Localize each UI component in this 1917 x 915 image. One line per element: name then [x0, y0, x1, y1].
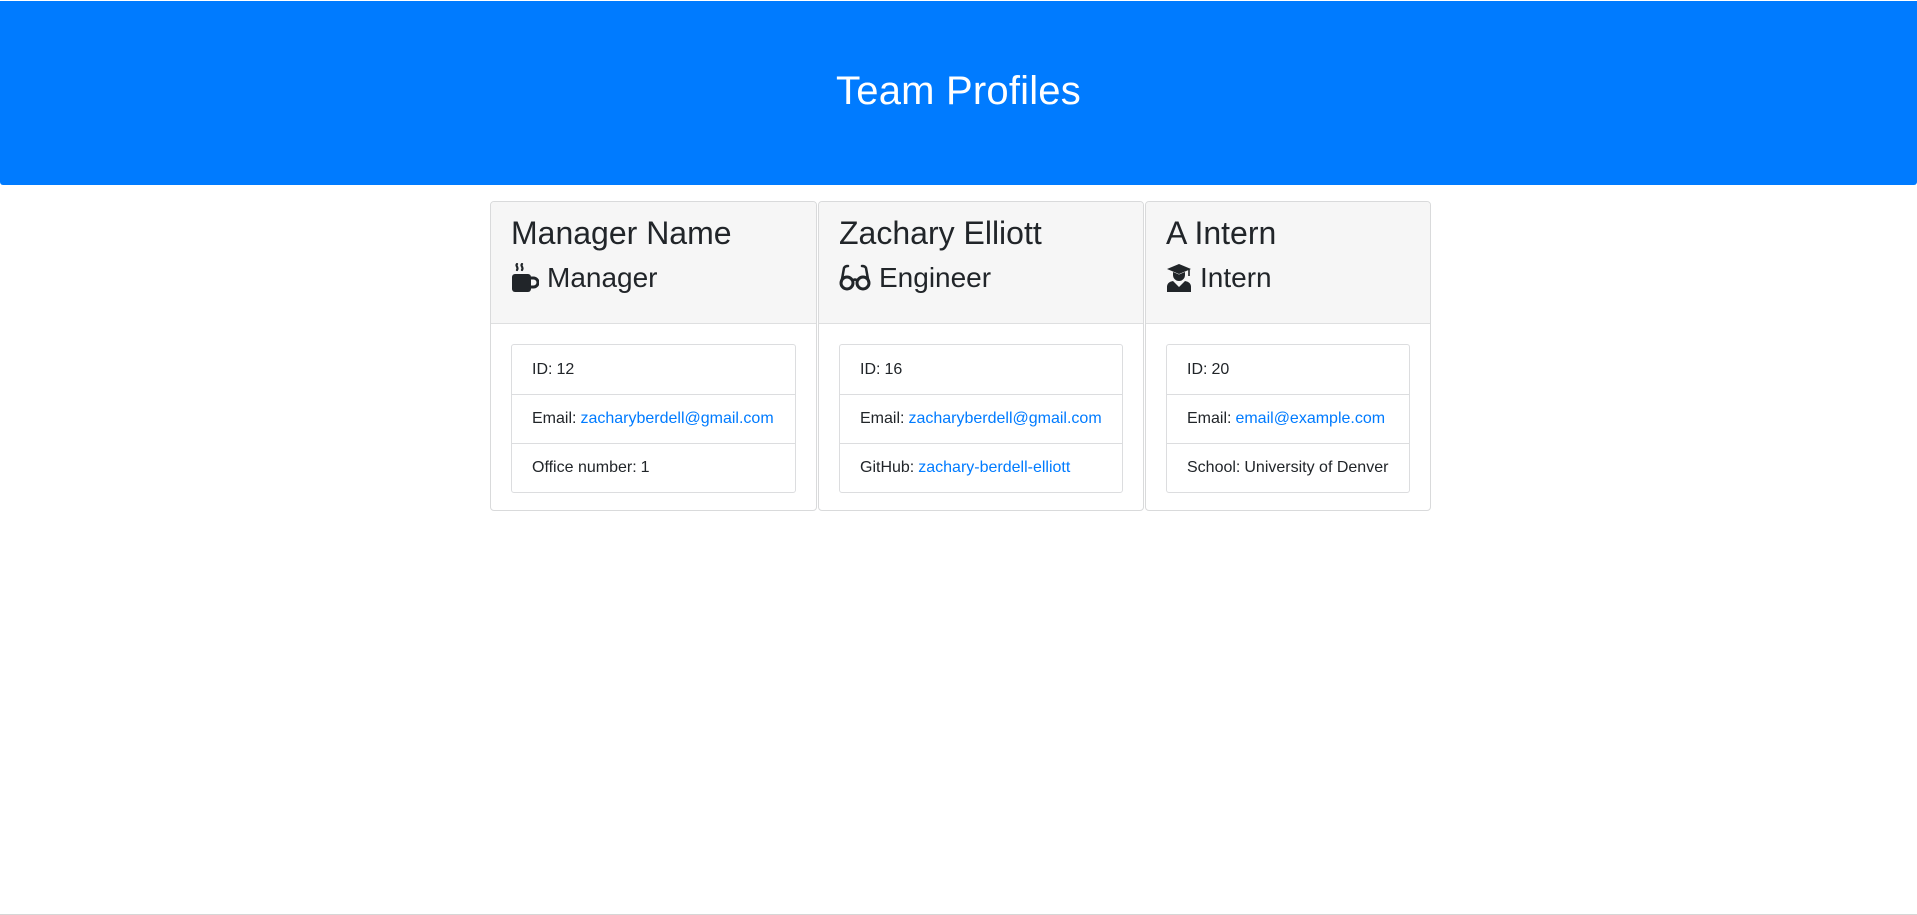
page-header: Team Profiles	[0, 1, 1917, 185]
id-value: 12	[556, 360, 575, 378]
id-label: ID:	[1187, 360, 1208, 378]
page: Team Profiles Manager Name Manager ID: 1…	[0, 0, 1917, 915]
id-item: ID: 16	[840, 345, 1122, 394]
github-label: GitHub:	[860, 459, 915, 476]
github-item: GitHub: zachary-berdell-elliott	[840, 443, 1122, 492]
card-header: Zachary Elliott Engineer	[819, 202, 1143, 324]
id-label: ID:	[532, 360, 553, 378]
id-value: 16	[884, 360, 903, 378]
glasses-icon	[839, 262, 871, 294]
employee-name: Zachary Elliott	[839, 215, 1042, 251]
id-value: 20	[1211, 360, 1230, 378]
office-number-value: 1	[640, 459, 650, 476]
intern-card: A Intern Intern ID: 20 Email: email@exam…	[1145, 201, 1431, 511]
card-body: ID: 16 Email: zacharyberdell@gmail.com G…	[819, 324, 1143, 513]
school-item: School: University of Denver	[1167, 443, 1409, 492]
card-header: A Intern Intern	[1146, 202, 1430, 324]
id-label: ID:	[860, 360, 881, 378]
info-list: ID: 20 Email: email@example.com School: …	[1166, 344, 1410, 493]
email-label: Email:	[860, 410, 905, 427]
school-label: School:	[1187, 459, 1241, 476]
employee-role: Engineer	[839, 262, 1123, 294]
info-list: ID: 16 Email: zacharyberdell@gmail.com G…	[839, 344, 1123, 493]
email-link[interactable]: zacharyberdell@gmail.com	[908, 410, 1101, 428]
graduate-icon	[1166, 262, 1192, 294]
employee-name: A Intern	[1166, 215, 1277, 251]
role-label: Intern	[1200, 262, 1272, 293]
email-label: Email:	[1187, 410, 1232, 427]
team-cards: Manager Name Manager ID: 12 Email: zacha…	[490, 201, 1432, 511]
card-body: ID: 12 Email: zacharyberdell@gmail.com O…	[491, 324, 816, 513]
id-item: ID: 20	[1167, 345, 1409, 394]
card-body: ID: 20 Email: email@example.com School: …	[1146, 324, 1430, 513]
role-label: Manager	[547, 262, 658, 293]
role-label: Engineer	[879, 262, 992, 293]
email-link[interactable]: zacharyberdell@gmail.com	[580, 410, 773, 428]
engineer-card: Zachary Elliott Engineer ID: 16 Email: z…	[818, 201, 1144, 511]
page-title: Team Profiles	[836, 68, 1081, 113]
employee-role: Manager	[511, 262, 796, 294]
email-item: Email: email@example.com	[1167, 394, 1409, 443]
email-item: Email: zacharyberdell@gmail.com	[512, 394, 795, 443]
office-number-item: Office number: 1	[512, 443, 795, 492]
info-list: ID: 12 Email: zacharyberdell@gmail.com O…	[511, 344, 796, 493]
school-value: University of Denver	[1244, 459, 1389, 476]
office-number-label: Office number:	[532, 459, 637, 476]
email-item: Email: zacharyberdell@gmail.com	[840, 394, 1122, 443]
email-label: Email:	[532, 410, 577, 427]
manager-card: Manager Name Manager ID: 12 Email: zacha…	[490, 201, 817, 511]
github-link[interactable]: zachary-berdell-elliott	[918, 459, 1070, 477]
card-header: Manager Name Manager	[491, 202, 816, 324]
employee-role: Intern	[1166, 262, 1410, 294]
email-link[interactable]: email@example.com	[1235, 410, 1385, 428]
coffee-mug-icon	[511, 262, 539, 294]
id-item: ID: 12	[512, 345, 795, 394]
employee-name: Manager Name	[511, 215, 732, 251]
